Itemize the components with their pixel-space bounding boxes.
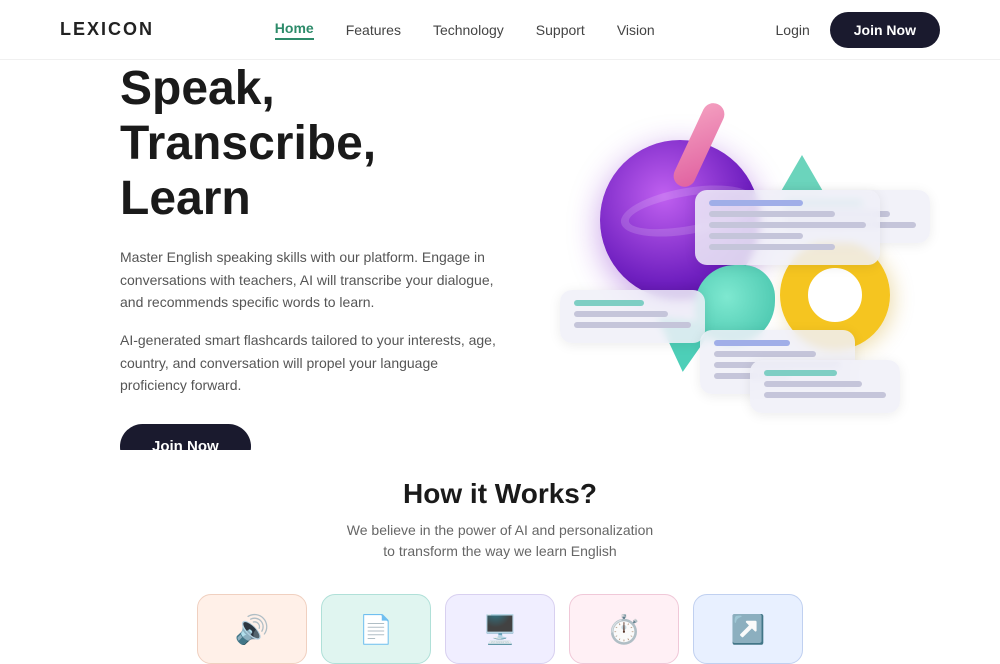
triangle-top-decoration (780, 155, 824, 193)
hero-description-2: AI-generated smart flashcards tailored t… (120, 329, 500, 396)
nav-technology[interactable]: Technology (433, 22, 504, 38)
nav-features[interactable]: Features (346, 22, 401, 38)
learn-icon: 🖥️ (483, 613, 518, 646)
speak-icon: 🔊 (235, 613, 270, 646)
hero-content: Speak, Transcribe, Learn Master English … (120, 61, 540, 450)
feature-card-share: ↗️ (693, 594, 803, 664)
feature-card-transcribe: 📄 (321, 594, 431, 664)
transcribe-icon: 📄 (359, 613, 394, 646)
how-title: How it Works? (40, 478, 960, 510)
feature-card-speak: 🔊 (197, 594, 307, 664)
hero-title: Speak, Transcribe, Learn (120, 61, 540, 227)
feature-card-progress: ⏱️ (569, 594, 679, 664)
login-button[interactable]: Login (776, 22, 810, 38)
nav-actions: Login Join Now (776, 12, 941, 48)
float-card-3 (560, 290, 705, 343)
join-now-button-nav[interactable]: Join Now (830, 12, 940, 48)
feature-cards: 🔊 📄 🖥️ ⏱️ ↗️ (0, 578, 1000, 664)
float-card-2 (695, 190, 880, 265)
nav-home[interactable]: Home (275, 20, 314, 40)
nav-links: Home Features Technology Support Vision (275, 20, 655, 40)
float-card-5 (750, 360, 900, 413)
join-now-button-hero[interactable]: Join Now (120, 424, 251, 450)
nav-support[interactable]: Support (536, 22, 585, 38)
feature-card-learn: 🖥️ (445, 594, 555, 664)
nav-vision[interactable]: Vision (617, 22, 655, 38)
share-icon: ↗️ (731, 613, 766, 646)
brand-logo: LEXICON (60, 19, 154, 40)
hero-description-1: Master English speaking skills with our … (120, 246, 500, 313)
navbar: LEXICON Home Features Technology Support… (0, 0, 1000, 60)
how-it-works-section: How it Works? We believe in the power of… (0, 450, 1000, 578)
hero-visual (540, 80, 920, 450)
progress-icon: ⏱️ (607, 613, 642, 646)
how-description: We believe in the power of AI and person… (40, 520, 960, 562)
hero-section: Speak, Transcribe, Learn Master English … (0, 60, 1000, 450)
